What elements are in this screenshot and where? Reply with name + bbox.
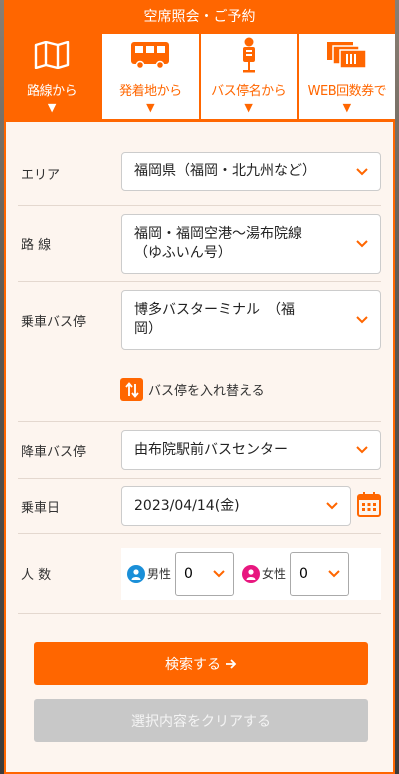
- chevron-down-icon: ▼: [146, 101, 155, 114]
- chevron-down-icon: [211, 569, 227, 578]
- male-count-select[interactable]: 0: [175, 551, 235, 596]
- female-count: 女性 0: [242, 551, 350, 596]
- tab-web-coupon[interactable]: WEB回数券で ▼: [296, 34, 395, 119]
- boarding-value-line1: 博多バスターミナル （福: [134, 302, 295, 318]
- chevron-down-icon: ▼: [244, 101, 253, 114]
- chevron-down-icon: [354, 316, 370, 324]
- chevron-down-icon: [354, 239, 370, 248]
- chevron-down-icon: ▼: [47, 101, 57, 114]
- calendar-icon[interactable]: [357, 491, 381, 521]
- chevron-down-icon: [354, 446, 370, 454]
- people-row: 人 数 男性 0 女性 0: [18, 534, 381, 614]
- boarding-value-line2: 岡）: [134, 321, 162, 337]
- alighting-row: 降車バス停 由布院駅前バスセンター: [18, 422, 381, 479]
- people-label: 人 数: [21, 568, 52, 583]
- chevron-down-icon: ▼: [342, 101, 352, 114]
- male-label: 男性: [147, 567, 172, 581]
- female-count-value: 0: [299, 565, 308, 582]
- female-icon: [242, 564, 261, 583]
- date-value: 2023/04/14(金): [134, 497, 240, 514]
- reservation-panel: 空席照会・ご予約 路線から ▼ 発着地から ▼ バス停名から ▼ WEB回数券で…: [0, 0, 399, 774]
- route-select[interactable]: 福岡・福岡空港～湯布院線 （ゆふいん号）: [121, 213, 381, 274]
- clear-button[interactable]: 選択内容をクリアする: [34, 699, 368, 742]
- chevron-down-icon: [324, 502, 340, 510]
- boarding-label: 乗車バス停: [21, 314, 87, 330]
- panel-title: 空席照会・ご予約: [4, 0, 395, 34]
- route-label: 路 線: [21, 238, 52, 253]
- route-value: 福岡・福岡空港～湯布院線 （ゆふいん号）: [134, 225, 302, 263]
- swap-icon[interactable]: [120, 378, 143, 401]
- search-tabs: 路線から ▼ 発着地から ▼ バス停名から ▼ WEB回数券で ▼: [4, 34, 395, 122]
- map-icon: [34, 38, 70, 72]
- area-label: エリア: [21, 168, 61, 183]
- date-label: 乗車日: [21, 500, 61, 516]
- search-button-label: 検索する: [165, 656, 221, 673]
- boarding-select[interactable]: 博多バスターミナル （福 岡）: [121, 290, 381, 350]
- search-button[interactable]: 検索する: [34, 642, 368, 685]
- arrow-right-icon: [225, 658, 237, 670]
- route-row: 路 線 福岡・福岡空港～湯布院線 （ゆふいん号）: [18, 206, 381, 282]
- bus-stop-icon: [238, 37, 260, 73]
- search-form: エリア 福岡県（福岡・北九州など） 路 線 福岡・福岡空港～湯布院線 （ゆふいん…: [4, 122, 395, 774]
- tickets-icon: [326, 38, 368, 72]
- tab-label: WEB回数券で: [307, 84, 387, 99]
- female-count-select[interactable]: 0: [290, 551, 350, 596]
- chevron-down-icon: [326, 569, 342, 578]
- alighting-label: 降車バス停: [21, 444, 87, 460]
- male-icon: [127, 564, 145, 583]
- bus-icon: [130, 38, 170, 72]
- area-value: 福岡県（福岡・北九州など）: [134, 163, 316, 179]
- male-count-value: 0: [184, 565, 193, 582]
- female-label: 女性: [262, 567, 287, 581]
- tab-origin-destination[interactable]: 発着地から ▼: [100, 34, 199, 119]
- chevron-down-icon: [354, 167, 370, 176]
- date-row: 乗車日 2023/04/14(金): [18, 479, 381, 534]
- tab-label: 路線から: [27, 84, 78, 99]
- people-selector: 男性 0 女性 0: [121, 547, 381, 600]
- boarding-value: 博多バスターミナル （福 岡）: [134, 301, 295, 339]
- route-value-line1: 福岡・福岡空港～湯布院線: [134, 225, 302, 242]
- date-select[interactable]: 2023/04/14(金): [121, 486, 351, 526]
- area-select[interactable]: 福岡県（福岡・北九州など）: [121, 152, 381, 191]
- tab-label: バス停名から: [211, 84, 287, 99]
- swap-label[interactable]: バス停を入れ替える: [148, 380, 265, 399]
- swap-stops: バス停を入れ替える: [18, 358, 381, 422]
- date-wrap: 2023/04/14(金): [121, 486, 381, 526]
- tab-route[interactable]: 路線から ▼: [4, 34, 101, 119]
- clear-button-label: 選択内容をクリアする: [131, 713, 271, 730]
- alighting-select[interactable]: 由布院駅前バスセンター: [121, 430, 381, 470]
- tab-bus-stop-name[interactable]: バス停名から ▼: [198, 34, 297, 119]
- tab-label: 発着地から: [119, 84, 182, 99]
- alighting-value: 由布院駅前バスセンター: [134, 441, 288, 458]
- area-row: エリア 福岡県（福岡・北九州など）: [18, 144, 381, 206]
- boarding-row: 乗車バス停 博多バスターミナル （福 岡）: [18, 282, 381, 358]
- male-count: 男性 0: [127, 551, 235, 596]
- route-value-line2: （ゆふいん号）: [134, 244, 232, 261]
